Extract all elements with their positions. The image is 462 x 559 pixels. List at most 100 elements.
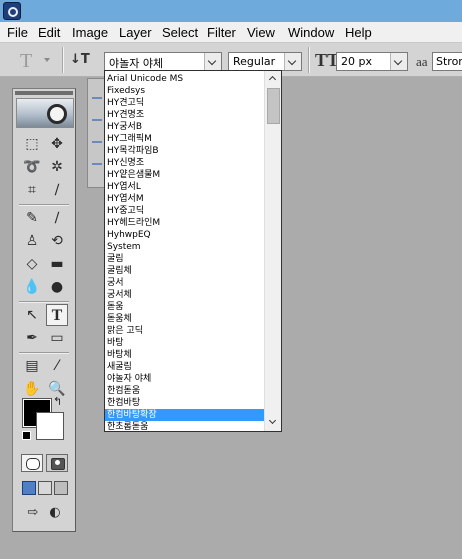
font-list-item[interactable]: 한컴돋움: [105, 385, 265, 397]
full-screen-mode-button[interactable]: [54, 481, 68, 495]
scroll-thumb[interactable]: [267, 88, 280, 124]
move-tool-icon[interactable]: ✥: [46, 133, 68, 155]
menu-select[interactable]: Select: [162, 25, 198, 40]
menu-image[interactable]: Image: [72, 25, 108, 40]
font-list-scrollbar[interactable]: [264, 71, 281, 431]
options-separator: [62, 47, 64, 73]
font-list-item[interactable]: HY엽서M: [105, 193, 265, 205]
font-list-item[interactable]: 한컴바탕: [105, 397, 265, 409]
font-list-item[interactable]: HY궁서B: [105, 121, 265, 133]
history-brush-tool-icon[interactable]: ⟲: [46, 230, 68, 252]
menu-help[interactable]: Help: [345, 25, 372, 40]
font-family-value: 야놀자 야체: [109, 57, 164, 70]
jump-to-imageready-icon[interactable]: ⇨: [22, 502, 44, 524]
document-content: [92, 97, 102, 99]
menu-filter[interactable]: Filter: [207, 25, 236, 40]
font-list-item[interactable]: 궁서체: [105, 289, 265, 301]
hand-tool-icon[interactable]: ✋: [21, 378, 43, 400]
shape-tool-icon[interactable]: ▭: [46, 327, 68, 349]
photoshop-app-icon[interactable]: [3, 2, 21, 20]
font-list-item[interactable]: Arial Unicode MS: [105, 73, 265, 85]
document-content: [92, 163, 102, 165]
font-list: Arial Unicode MS Fixedsys HY견고딕 HY견명조 HY궁서B H…: [105, 73, 265, 431]
font-list-item[interactable]: HY신명조: [105, 157, 265, 169]
font-list-item[interactable]: 돋움: [105, 301, 265, 313]
lasso-tool-icon[interactable]: ➰: [21, 156, 43, 178]
quick-mask-mode-button[interactable]: [46, 454, 68, 472]
font-style-value: Regular: [233, 55, 276, 68]
path-selection-tool-icon[interactable]: ↖: [21, 304, 43, 326]
font-list-item[interactable]: Fixedsys: [105, 85, 265, 97]
preset-arrow-icon[interactable]: [44, 58, 50, 62]
font-family-select[interactable]: 야놀자 야체: [104, 52, 222, 71]
gradient-tool-icon[interactable]: ▬: [46, 253, 68, 275]
font-list-item[interactable]: HY목각파임B: [105, 145, 265, 157]
font-size-select[interactable]: 20 px: [336, 52, 408, 71]
title-bar: [0, 0, 462, 22]
notes-tool-icon[interactable]: ▤: [21, 355, 43, 377]
font-list-item[interactable]: HY견고딕: [105, 97, 265, 109]
font-list-item[interactable]: HY견명조: [105, 109, 265, 121]
font-list-item[interactable]: 맑은 고딕: [105, 325, 265, 337]
font-list-item[interactable]: HY얕은샘물M: [105, 169, 265, 181]
menu-file[interactable]: File: [7, 25, 28, 40]
slice-tool-icon[interactable]: ∕: [46, 179, 68, 201]
toolbox-logo[interactable]: [16, 98, 74, 128]
font-list-item[interactable]: 돋움체: [105, 313, 265, 325]
font-list-item[interactable]: HY헤드라인M: [105, 217, 265, 229]
font-list-item[interactable]: HY중고딕: [105, 205, 265, 217]
font-list-item[interactable]: HY그래픽M: [105, 133, 265, 145]
pen-tool-icon[interactable]: ✒: [21, 327, 43, 349]
options-separator: [308, 47, 310, 73]
font-list-item[interactable]: HY엽서L: [105, 181, 265, 193]
type-tool-icon[interactable]: T: [46, 304, 68, 326]
standard-mode-button[interactable]: [21, 454, 43, 472]
font-list-item[interactable]: 굴림: [105, 253, 265, 265]
blur-tool-icon[interactable]: 💧: [21, 276, 43, 298]
antialias-select[interactable]: Strong: [432, 52, 462, 71]
toolbox-separator: [19, 352, 69, 354]
font-size-dropdown-button[interactable]: [390, 53, 407, 70]
eraser-tool-icon[interactable]: ◇: [21, 253, 43, 275]
font-list-item[interactable]: 궁서: [105, 277, 265, 289]
eyedropper-tool-icon[interactable]: ⁄: [46, 355, 68, 377]
dodge-tool-icon[interactable]: ●: [46, 276, 68, 298]
font-list-item[interactable]: 야놀자 야체: [105, 373, 265, 385]
toolbox-separator: [19, 301, 69, 303]
scroll-up-icon[interactable]: [265, 71, 281, 87]
tool-preset-picker[interactable]: T: [20, 50, 32, 73]
menu-window[interactable]: Window: [288, 25, 334, 40]
background-color-swatch[interactable]: [36, 412, 64, 440]
menu-view[interactable]: View: [247, 25, 275, 40]
toolbox-grip[interactable]: [15, 91, 73, 95]
font-list-item[interactable]: System: [105, 241, 265, 253]
font-list-item[interactable]: 바탕체: [105, 349, 265, 361]
font-family-dropdown-button[interactable]: [204, 53, 221, 70]
font-list-item[interactable]: 한컴바탕확장: [105, 409, 265, 421]
font-list-item[interactable]: 한초롬돋움: [105, 421, 265, 431]
font-list-item[interactable]: 바탕: [105, 337, 265, 349]
standard-screen-mode-button[interactable]: [22, 481, 36, 495]
marquee-tool-icon[interactable]: ⬚: [21, 133, 43, 155]
crop-tool-icon[interactable]: ⌗: [21, 179, 43, 201]
font-list-item[interactable]: 새굴림: [105, 361, 265, 373]
scroll-down-icon[interactable]: [265, 415, 281, 431]
magic-wand-tool-icon[interactable]: ✲: [46, 156, 68, 178]
font-style-select[interactable]: Regular: [228, 52, 302, 71]
imageready-logo-icon[interactable]: ◐: [44, 502, 66, 524]
text-orientation-icon[interactable]: ↓T: [70, 52, 90, 67]
toolbox: ⬚ ✥ ➰ ✲ ⌗ ∕ ✎ ∕ ♙ ⟲ ◇ ▬ 💧 ● ↖ T ✒ ▭ ▤ ⁄ …: [12, 88, 76, 532]
font-style-dropdown-button[interactable]: [284, 53, 301, 70]
menu-layer[interactable]: Layer: [119, 25, 152, 40]
full-screen-menu-mode-button[interactable]: [38, 481, 52, 495]
antialias-icon: aa: [416, 54, 428, 69]
menu-edit[interactable]: Edit: [38, 25, 60, 40]
font-list-item[interactable]: HyhwpEQ: [105, 229, 265, 241]
brush-tool-icon[interactable]: ∕: [46, 207, 68, 229]
font-list-item[interactable]: 굴림체: [105, 265, 265, 277]
swap-colors-icon[interactable]: ↰: [53, 395, 62, 408]
healing-brush-tool-icon[interactable]: ✎: [21, 207, 43, 229]
default-colors-icon[interactable]: [22, 431, 31, 440]
font-family-dropdown-list[interactable]: Arial Unicode MS Fixedsys HY견고딕 HY견명조 HY궁서B H…: [104, 70, 282, 432]
clone-stamp-tool-icon[interactable]: ♙: [21, 230, 43, 252]
